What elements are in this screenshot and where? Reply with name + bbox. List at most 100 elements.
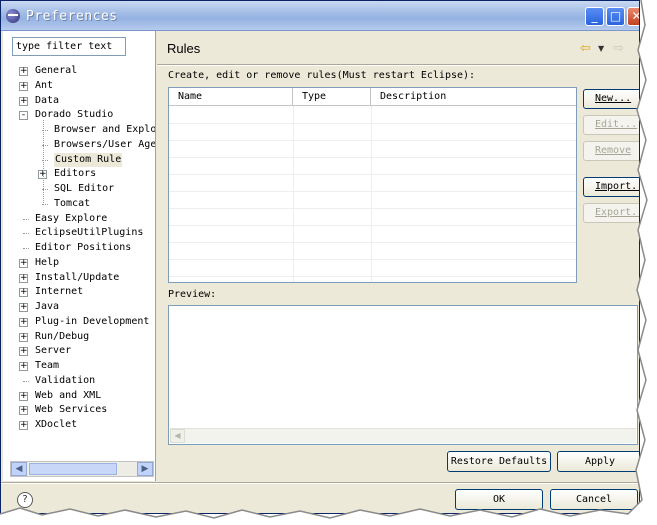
column-header-description[interactable]: Description (371, 88, 576, 106)
tree-item-label: Plug-in Development (35, 315, 150, 327)
tree-connector (23, 218, 29, 220)
expand-icon[interactable]: + (19, 67, 28, 76)
tree-item-label: XDoclet (35, 419, 78, 430)
tree-item-label: Browser and Explo (54, 124, 155, 135)
edit-button[interactable]: Edit... (583, 115, 639, 135)
cancel-button[interactable]: Cancel (550, 489, 638, 510)
table-row-divider (169, 208, 576, 209)
tree-item-label: Dorado Studio (35, 109, 114, 121)
table-row-divider (169, 157, 576, 158)
rules-table[interactable]: Name Type Description (168, 87, 577, 283)
expand-icon[interactable]: + (19, 391, 28, 401)
expand-icon[interactable]: + (19, 347, 28, 357)
scroll-left-icon[interactable]: ◀ (170, 429, 185, 443)
column-header-type[interactable]: Type (293, 88, 371, 106)
dropdown-icon[interactable]: ▼ (598, 44, 604, 53)
table-row-divider (169, 259, 576, 260)
expand-icon[interactable]: + (19, 81, 28, 91)
table-row-divider (169, 242, 576, 243)
column-divider (293, 106, 294, 282)
expand-icon[interactable]: + (19, 332, 28, 342)
tree-item-label: Web Services (35, 404, 108, 416)
scroll-thumb[interactable] (29, 463, 117, 475)
expand-icon[interactable]: + (19, 421, 28, 430)
new-button[interactable]: New... (583, 89, 639, 109)
restore-defaults-button[interactable]: Restore Defaults (447, 451, 551, 472)
tree-item-label: Install/Update (35, 271, 120, 283)
preview-horizontal-scrollbar[interactable]: ◀ (170, 428, 636, 443)
tree-item-label: Browsers/User Age (54, 138, 155, 150)
expand-icon[interactable]: + (19, 273, 28, 283)
rules-page: Rules ⇦ ▼ ⇨ Create, edit or remove rules… (157, 31, 639, 481)
table-row-divider (169, 191, 576, 192)
remove-button-label: Remove (595, 145, 632, 156)
expand-icon[interactable]: + (19, 288, 28, 298)
tree-item-label: Team (35, 360, 60, 371)
table-row-divider (169, 123, 576, 124)
maximize-icon[interactable]: □ (606, 7, 625, 26)
collapse-icon[interactable]: - (19, 111, 28, 121)
forward-arrow-icon[interactable]: ⇨ (613, 41, 624, 56)
window-title: Preferences (26, 9, 118, 24)
filter-input[interactable]: type filter text (12, 37, 126, 56)
minimize-icon[interactable]: _ (585, 7, 604, 26)
remove-button[interactable]: Remove (583, 141, 639, 161)
edit-button-label: Edit... (595, 119, 638, 130)
column-header-name[interactable]: Name (169, 88, 293, 106)
scroll-left-icon[interactable]: ◀ (11, 462, 27, 476)
preview-label: Preview: (168, 289, 217, 300)
apply-button[interactable]: Apply (557, 451, 639, 472)
tree-item-label: Easy Explore (35, 212, 108, 224)
import-button[interactable]: Import... (583, 177, 639, 197)
title-bar[interactable]: Preferences _ □ ✕ (1, 1, 639, 31)
tree-item-label: EclipseUtilPlugins (35, 227, 144, 239)
preview-area[interactable]: ◀ (168, 305, 638, 445)
tree-horizontal-scrollbar[interactable]: ◀ ▶ (10, 461, 154, 477)
tree-item-label: Data (35, 94, 60, 106)
page-title: Rules (167, 41, 201, 56)
tree-item-label: Web and XML (35, 389, 102, 401)
import-button-label: Import... (595, 181, 639, 192)
close-icon[interactable]: ✕ (627, 7, 639, 26)
table-row-divider (169, 225, 576, 226)
help-icon[interactable]: ? (17, 492, 33, 508)
export-button[interactable]: Export... (583, 203, 639, 223)
expand-icon[interactable]: + (19, 258, 28, 268)
ok-button[interactable]: OK (455, 489, 543, 510)
tree-connector (43, 120, 44, 205)
tree-connector (23, 380, 29, 382)
preferences-tree: + General + Ant + Data - Dorado Studio Browser a… (3, 64, 155, 459)
rules-description: Create, edit or remove rules(Must restar… (168, 70, 476, 81)
tree-connector (23, 248, 29, 249)
tree-item-label: Editors (54, 168, 97, 180)
preferences-nav: type filter text + General + Ant + Data - Dorad… (3, 31, 156, 481)
footer-divider (1, 482, 639, 484)
column-divider (371, 106, 372, 282)
preferences-dialog: Preferences _ □ ✕ type filter text + Gene… (0, 0, 640, 514)
expand-icon[interactable]: + (19, 317, 28, 327)
expand-icon[interactable]: + (19, 362, 28, 371)
tree-item-label: Run/Debug (35, 330, 90, 342)
new-button-label: New... (595, 93, 632, 104)
table-row-divider (169, 276, 576, 277)
tree-item-label: Tomcat (54, 197, 91, 209)
tree-item-label: Internet (35, 286, 84, 298)
scroll-right-icon[interactable]: ▶ (137, 462, 153, 476)
table-row-divider (169, 140, 576, 141)
tree-item-label: Validation (35, 374, 96, 386)
export-button-label: Export... (595, 207, 639, 218)
expand-icon[interactable]: + (19, 303, 28, 312)
expand-icon[interactable]: + (19, 406, 28, 416)
back-arrow-icon[interactable]: ⇦ (580, 41, 591, 56)
header-divider (157, 64, 639, 66)
app-icon (6, 9, 20, 23)
tree-item-label: Help (35, 256, 60, 268)
expand-icon[interactable]: + (19, 96, 28, 106)
tree-item-label: General (35, 65, 78, 76)
tree-item-label: Custom Rule (54, 152, 123, 167)
tree-item-label: Ant (35, 79, 54, 91)
table-row-divider (169, 174, 576, 175)
tree-item-label: SQL Editor (54, 183, 115, 194)
tree-connector (23, 233, 29, 235)
tree-item-label: Java (35, 301, 60, 312)
